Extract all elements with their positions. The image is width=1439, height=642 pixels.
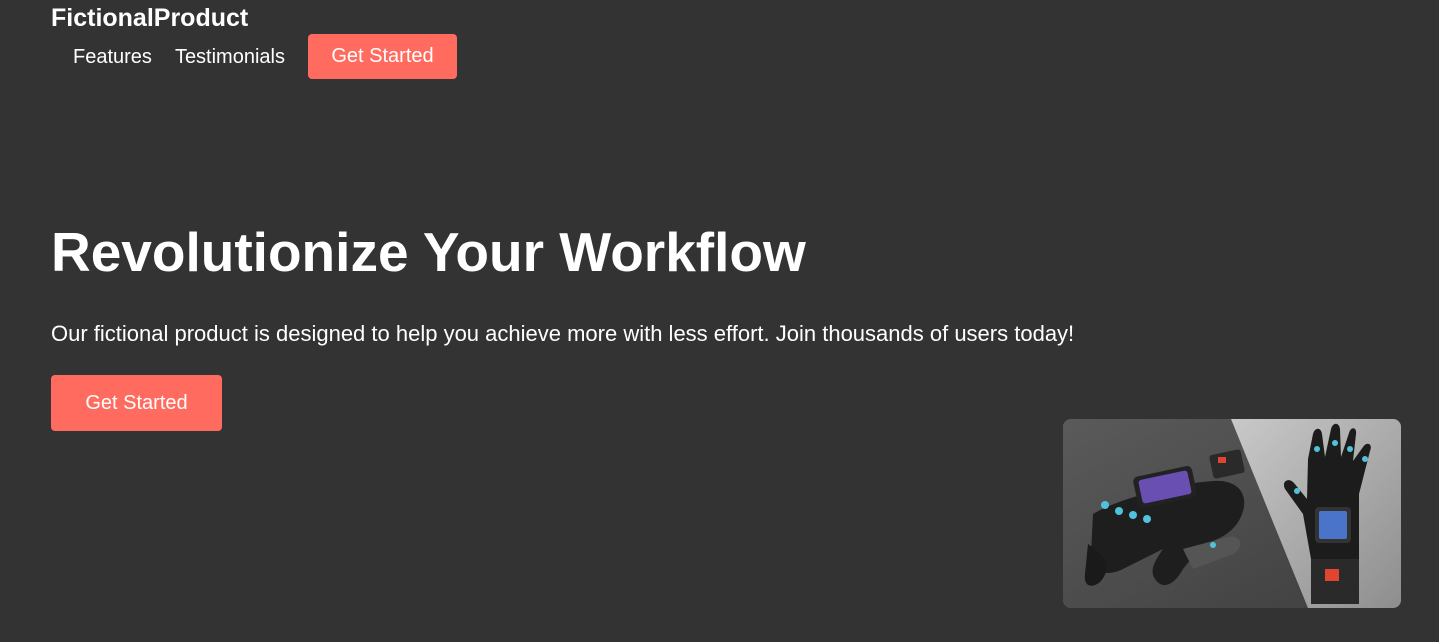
nav-link-features[interactable]: Features: [73, 45, 152, 69]
main-nav: Features Testimonials Get Started: [73, 34, 457, 79]
hero-subtitle: Our fictional product is designed to hel…: [51, 321, 1075, 346]
landing-page: FictionalProduct Features Testimonials G…: [0, 0, 1439, 642]
nav-get-started-button[interactable]: Get Started: [307, 34, 457, 79]
hero-get-started-button[interactable]: Get Started: [51, 375, 222, 431]
smart-glove-image: [1063, 419, 1401, 608]
product-image: [1063, 419, 1401, 608]
nav-link-testimonials[interactable]: Testimonials: [175, 45, 285, 69]
hero-title: Revolutionize Your Workflow: [51, 221, 806, 283]
brand-logo-text[interactable]: FictionalProduct: [51, 3, 248, 33]
